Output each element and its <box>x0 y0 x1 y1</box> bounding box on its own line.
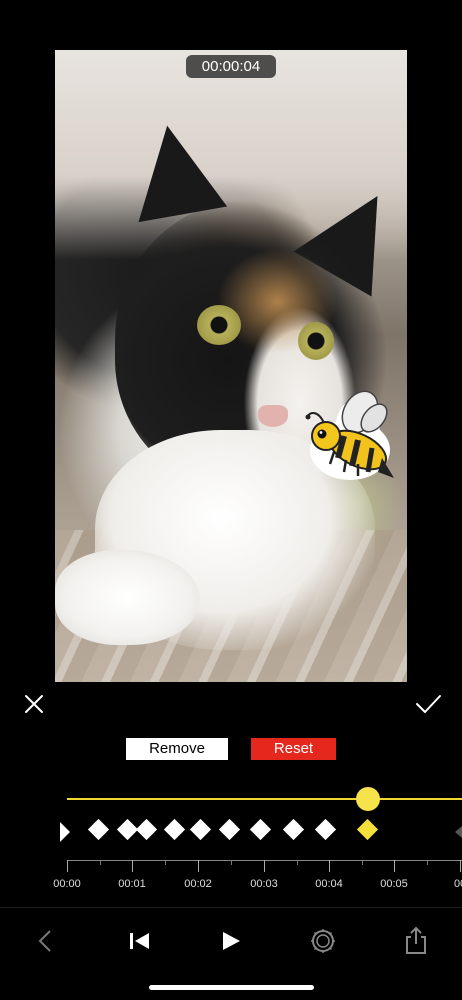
position-track[interactable] <box>67 798 462 800</box>
ruler-tick <box>460 860 461 872</box>
video-preview[interactable] <box>55 50 407 682</box>
ruler-tick <box>264 860 265 872</box>
keyframe-marker[interactable] <box>314 818 337 841</box>
toolbar-divider <box>0 907 462 908</box>
play-icon[interactable] <box>214 925 246 957</box>
ruler-tick <box>165 860 166 865</box>
cat-eye-right <box>298 322 334 360</box>
ruler-label: 00:04 <box>315 878 343 890</box>
ruler-label: 00:02 <box>184 878 212 890</box>
keyframe-marker[interactable] <box>135 818 158 841</box>
home-indicator <box>149 985 314 990</box>
timeline-ruler[interactable]: 00:00 00:01 00:02 00:03 00:04 00:05 00: <box>0 860 462 896</box>
ruler-tick <box>427 860 428 865</box>
ruler-tick <box>67 860 68 872</box>
ruler-tick <box>394 860 395 872</box>
keyframe-marker[interactable] <box>87 818 110 841</box>
position-track-handle[interactable] <box>356 787 380 811</box>
timecode-label: 00:00:04 <box>186 55 276 78</box>
ruler-tick <box>362 860 363 865</box>
keyframe-marker[interactable] <box>282 818 305 841</box>
ruler-tick <box>329 860 330 872</box>
settings-dial-icon[interactable] <box>307 925 339 957</box>
remove-button[interactable]: Remove <box>126 738 228 760</box>
bee-sticker-icon[interactable] <box>300 380 400 485</box>
ruler-tick <box>231 860 232 865</box>
back-chevron-icon[interactable] <box>30 925 62 957</box>
skip-to-start-icon[interactable] <box>123 925 155 957</box>
ruler-tick <box>297 860 298 865</box>
ruler-label: 00:05 <box>380 878 408 890</box>
ruler-tick <box>132 860 133 872</box>
keyframe-row <box>0 818 462 844</box>
ruler-tick <box>198 860 199 872</box>
ruler-label: 00:01 <box>118 878 146 890</box>
ruler-label: 00:00 <box>53 878 81 890</box>
keyframe-marker-offscreen <box>455 826 462 838</box>
keyframe-marker[interactable] <box>189 818 212 841</box>
keyframe-marker[interactable] <box>163 818 186 841</box>
checkmark-icon[interactable] <box>412 690 444 718</box>
close-icon[interactable] <box>20 690 48 718</box>
share-icon[interactable] <box>400 925 432 957</box>
reset-button[interactable]: Reset <box>251 738 336 760</box>
keyframe-marker[interactable] <box>218 818 241 841</box>
cat-paw <box>55 550 200 645</box>
keyframe-marker[interactable] <box>60 822 70 842</box>
ruler-label: 00: <box>454 878 462 890</box>
ruler-label: 00:03 <box>250 878 278 890</box>
keyframe-marker-active[interactable] <box>356 818 379 841</box>
ruler-tick <box>100 860 101 865</box>
cat-eye-left <box>197 305 241 345</box>
cat-nose <box>258 405 288 427</box>
keyframe-marker[interactable] <box>249 818 272 841</box>
